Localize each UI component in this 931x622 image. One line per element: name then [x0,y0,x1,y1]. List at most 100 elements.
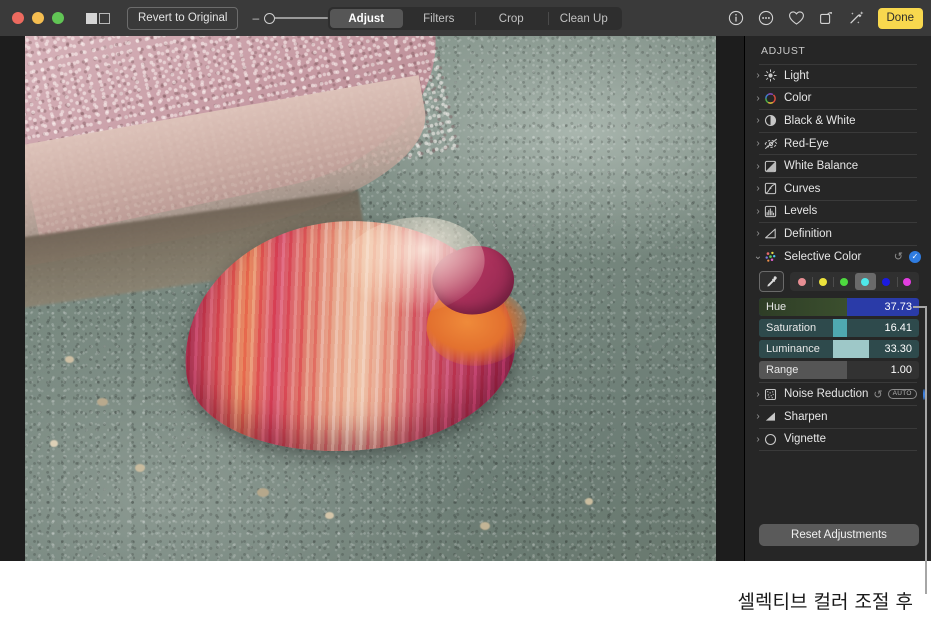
rotate-icon[interactable] [818,10,835,27]
figure-caption: 셀렉티브 컬러 조절 후 [737,591,913,613]
chevron-right-icon[interactable]: › [753,70,763,81]
sidebar-item-vignette[interactable]: › Vignette [745,429,931,451]
sidebar-item-light[interactable]: › Light [745,65,931,87]
noise-reduction-icon [763,387,778,402]
info-icon[interactable] [728,10,745,27]
swatch-yellow[interactable] [812,273,833,290]
done-button[interactable]: Done [877,7,923,29]
photo-canvas [0,36,744,561]
done-label: Done [886,12,915,24]
sidebar-item-white-balance[interactable]: › White Balance [745,155,931,177]
sidebar-item-label: Noise Reduction [784,388,869,401]
tab-clean-up[interactable]: Clean Up [547,9,621,28]
reset-adjustments-label: Reset Adjustments [791,529,887,541]
tab-crop[interactable]: Crop [475,9,548,28]
tab-adjust-label: Adjust [348,12,385,25]
maximize-window-button[interactable] [52,12,64,24]
window-controls [12,12,64,24]
revert-to-original-button[interactable]: Revert to Original [127,6,239,30]
color-swatches [790,272,919,292]
tab-clean-up-label: Clean Up [559,12,608,25]
levels-icon [763,204,778,219]
zoom-out-icon[interactable]: – [252,12,259,24]
callout-line [925,306,927,594]
light-icon [763,68,778,83]
scallop-shell [170,201,531,471]
sidebar-item-label: Vignette [784,433,826,446]
swatch-cyan-dot [861,277,870,286]
close-window-button[interactable] [12,12,24,24]
auto-enhance-icon[interactable] [848,10,865,27]
zoom-slider-track[interactable] [264,11,329,25]
adjust-sidebar: ADJUST › Light › Color › Black & White ›… [744,36,931,561]
chevron-right-icon[interactable]: › [753,228,763,239]
sidebar-item-levels[interactable]: › Levels [745,201,931,223]
chevron-right-icon[interactable]: › [753,161,763,172]
saturation-slider-knob [832,319,847,338]
sidebar-item-definition[interactable]: › Definition [745,223,931,245]
sidebar-item-black-and-white[interactable]: › Black & White [745,110,931,132]
sidebar-item-sharpen[interactable]: › Sharpen [745,406,931,428]
chevron-right-icon[interactable]: › [753,183,763,194]
sidebar-item-label: Selective Color [784,250,862,263]
sidebar-item-color[interactable]: › Color [745,88,931,110]
eyedropper-icon[interactable] [759,271,784,293]
zoom-slider-bar [272,17,329,19]
swatch-yellow-dot [818,277,827,286]
swatch-green[interactable] [833,273,854,290]
selective-color-toggle[interactable]: ✓ [909,250,921,263]
sidebar-item-red-eye[interactable]: › Red-Eye [745,133,931,155]
chevron-right-icon[interactable]: › [753,93,763,104]
white-balance-icon [763,159,778,174]
favorite-heart-icon[interactable] [788,10,805,27]
swatch-blue[interactable] [876,273,897,290]
pebble [325,512,334,519]
pebble [50,440,58,447]
swatch-magenta[interactable] [896,273,918,290]
saturation-slider-value: 16.41 [884,322,912,335]
swatch-red[interactable] [791,273,812,290]
sidebar-item-label: Curves [784,182,821,195]
luminance-slider-label: Luminance [766,343,820,356]
saturation-slider[interactable]: Saturation 16.41 [759,319,919,338]
toolbar: Revert to Original – + Adjust Filters Cr… [0,0,931,36]
sidebar-item-selective-color[interactable]: ⌄ Selective Color ↺ ✓ [745,246,931,268]
auto-badge[interactable]: AUTO [887,388,917,400]
split-view-icon[interactable] [86,12,110,24]
zoom-slider-knob[interactable] [264,12,276,24]
revert-arrow-icon[interactable]: ↺ [894,250,903,263]
chevron-right-icon[interactable]: › [753,411,763,422]
minimize-window-button[interactable] [32,12,44,24]
split-view-filled-pane-icon [86,12,97,24]
more-options-icon[interactable] [758,10,775,27]
color-wheel-icon [763,91,778,106]
pebble [585,498,593,505]
hue-slider[interactable]: Hue 37.73 [759,298,919,317]
sidebar-item-curves[interactable]: › Curves [745,178,931,200]
vignette-icon [763,432,778,447]
selective-color-sliders: Hue 37.73 Saturation 16.41 Luminance 33.… [745,297,931,380]
revert-arrow-icon[interactable]: ↺ [873,388,882,401]
luminance-slider-value: 33.30 [884,343,912,356]
luminance-slider[interactable]: Luminance 33.30 [759,340,919,359]
chevron-right-icon[interactable]: › [753,434,763,445]
swatch-cyan[interactable] [854,273,876,291]
reset-adjustments-button[interactable]: Reset Adjustments [759,524,919,546]
chevron-right-icon[interactable]: › [753,206,763,217]
chevron-right-icon[interactable]: › [753,138,763,149]
tab-filters[interactable]: Filters [403,9,476,28]
black-and-white-icon [763,113,778,128]
tab-adjust[interactable]: Adjust [330,9,403,28]
edited-photo[interactable] [25,36,716,561]
definition-icon [763,226,778,241]
pebble [257,488,269,497]
chevron-down-icon[interactable]: ⌄ [753,251,763,262]
sidebar-item-label: Definition [784,227,832,240]
chevron-right-icon[interactable]: › [753,389,763,400]
sidebar-item-noise-reduction[interactable]: › Noise Reduction ↺ AUTO [745,383,931,405]
sidebar-item-label: Sharpen [784,410,828,423]
swatch-magenta-dot [903,277,912,286]
swatch-blue-dot [882,277,891,286]
chevron-right-icon[interactable]: › [753,115,763,126]
range-slider[interactable]: Range 1.00 [759,361,919,380]
